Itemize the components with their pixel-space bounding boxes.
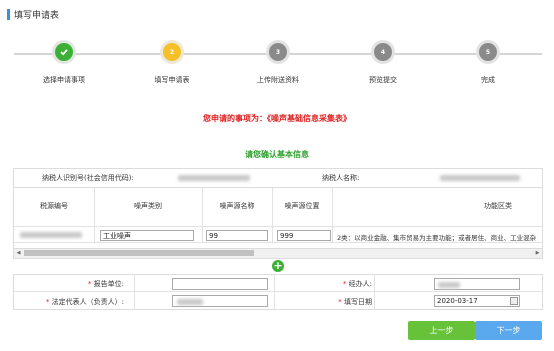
handler-label: * 经办人: (342, 280, 372, 288)
col-header-source-name: 噪声源名称 (219, 202, 255, 210)
legal-rep-field[interactable] (172, 295, 268, 307)
report-unit-field[interactable] (172, 278, 268, 290)
step-2: 2 填写申请表 (122, 43, 222, 85)
taxpayer-name-value (440, 175, 520, 181)
step-4: 4 预览提交 (333, 43, 433, 85)
noise-type-input[interactable] (100, 230, 194, 241)
scroll-left-icon[interactable]: ◀ (14, 249, 23, 258)
table-scrollbar[interactable]: ◀ ▶ (14, 248, 542, 258)
page-title: 填写申请表 (7, 8, 60, 21)
prev-step-button[interactable]: 上一步 (408, 321, 475, 340)
step-number: 3 (269, 43, 287, 61)
taxpayer-name-label: 纳税人名称: (322, 174, 360, 182)
col-header-zone: 功能区类 (484, 202, 512, 210)
applicant-form: * 报告单位: * 经办人: * 法定代表人（负责人）: * 填写日期 2020… (13, 274, 543, 310)
next-step-button[interactable]: 下一步 (475, 321, 542, 340)
legal-rep-label: * 法定代表人（负责人）: (45, 298, 124, 306)
taxpayer-info: 纳税人识别号(社会信用代码): 纳税人名称: (13, 168, 543, 188)
section-title: 请您确认基本信息 (245, 150, 309, 159)
taxpayer-id-label: 纳税人识别号(社会信用代码): (42, 174, 134, 182)
scroll-right-icon[interactable]: ▶ (533, 249, 542, 258)
source-id-value (20, 232, 82, 238)
step-label: 预览提交 (369, 76, 397, 84)
check-icon (55, 43, 73, 61)
handler-field[interactable] (434, 278, 520, 290)
step-label: 上传附送资料 (257, 76, 299, 84)
fill-date-label: * 填写日期 (338, 298, 372, 306)
step-number: 4 (374, 43, 392, 61)
step-label: 选择申请事项 (43, 76, 85, 84)
step-label: 填写申请表 (154, 76, 190, 84)
step-number: 2 (163, 43, 181, 61)
title-accent-bar (7, 8, 10, 20)
noise-source-table: 税源编号 噪声类别 噪声源名称 噪声源位置 功能区类 2类：以商业金融、集市贸易… (13, 187, 543, 259)
col-header-noise-type: 噪声类别 (134, 202, 162, 210)
step-1: 选择申请事项 (14, 43, 114, 85)
source-location-input[interactable] (277, 230, 331, 241)
fill-date-value: 2020-03-17 (437, 297, 478, 305)
zone-description: 2类：以商业金融、集市贸易为主要功能；或者居住、商业、工业混杂 (337, 234, 537, 242)
calendar-icon[interactable] (510, 297, 518, 305)
fill-date-field[interactable]: 2020-03-17 (434, 295, 520, 307)
add-row-button[interactable]: + (272, 260, 284, 272)
col-header-source-location: 噪声源位置 (284, 202, 320, 210)
step-5: 5 完成 (438, 43, 538, 85)
scrollbar-thumb[interactable] (24, 250, 254, 256)
step-3: 3 上传附送资料 (228, 43, 328, 85)
page-title-text: 填写申请表 (14, 10, 60, 21)
application-notice: 您申请的事项为：《噪声基础信息采集表》 (203, 114, 351, 123)
source-name-input[interactable] (206, 230, 268, 241)
step-label: 完成 (481, 76, 495, 84)
step-number: 5 (479, 43, 497, 61)
report-unit-label: * 报告单位: (87, 280, 124, 288)
taxpayer-id-value (178, 175, 250, 181)
col-header-source-id: 税源编号 (40, 202, 68, 210)
